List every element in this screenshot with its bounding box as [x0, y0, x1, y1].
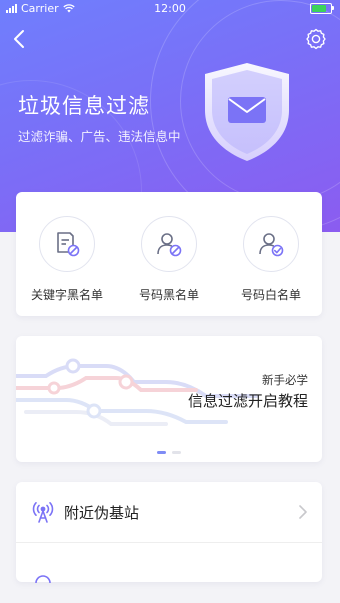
gear-icon[interactable] [304, 27, 328, 51]
page-title: 垃圾信息过滤 [18, 94, 150, 118]
user-block-icon [157, 233, 182, 257]
keyword-blacklist-label: 关键字黑名单 [30, 288, 103, 302]
number-blacklist-button[interactable]: 号码黑名单 [124, 216, 214, 316]
number-blacklist-label: 号码黑名单 [138, 288, 199, 302]
number-blacklist-circle [141, 216, 197, 272]
battery-icon [310, 3, 334, 14]
feature-card: 关键字黑名单 号码黑名单 号码白名单 [16, 192, 322, 316]
signal-tower-icon [32, 502, 54, 523]
shield-mail-icon [205, 63, 289, 161]
keyword-blacklist-button[interactable]: 关键字黑名单 [22, 216, 112, 316]
chevron-right-icon [299, 505, 307, 519]
banner-title: 信息过滤开启教程 [187, 392, 308, 410]
number-whitelist-label: 号码白名单 [240, 288, 301, 302]
list-item-label: 附近伪基站 [64, 504, 140, 522]
carousel-dots [16, 451, 322, 454]
page-subtitle: 过滤诈骗、广告、违法信息中 [18, 129, 181, 144]
list-item-nearby-fake-base-station[interactable]: 附近伪基站 [16, 482, 322, 542]
number-whitelist-circle [243, 216, 299, 272]
chevron-left-icon[interactable] [10, 28, 30, 50]
feature-list: 附近伪基站 [16, 482, 322, 584]
document-block-icon [57, 232, 80, 257]
carousel-dot-active[interactable] [157, 451, 166, 454]
number-whitelist-button[interactable]: 号码白名单 [226, 216, 316, 316]
carousel-dot[interactable] [172, 451, 181, 454]
tutorial-banner[interactable]: 新手必学 信息过滤开启教程 [16, 336, 322, 462]
banner-small-text: 新手必学 [262, 373, 308, 387]
partial-list-icon [35, 575, 51, 584]
status-time: 12:00 [154, 2, 186, 15]
user-check-icon [259, 233, 284, 257]
status-bar: Carrier 12:00 [0, 0, 340, 18]
keyword-blacklist-circle [39, 216, 95, 272]
list-item-partial[interactable] [16, 543, 322, 603]
